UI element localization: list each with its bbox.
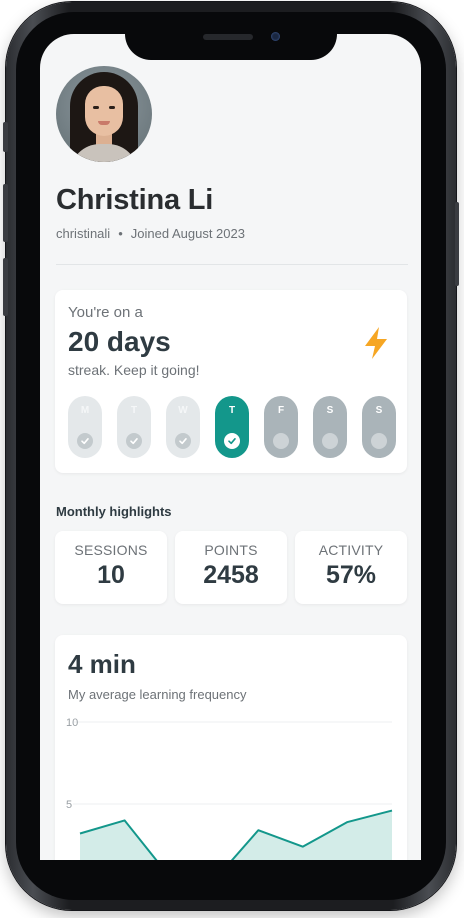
lightning-bolt-icon	[365, 327, 387, 359]
monthly-highlights-title: Monthly highlights	[56, 504, 172, 519]
stat-card-points[interactable]: POINTS 2458	[175, 531, 287, 604]
check-icon	[224, 433, 240, 449]
streak-card[interactable]: You're on a 20 days streak. Keep it goin…	[55, 290, 407, 473]
day-pill-thursday: T	[215, 396, 249, 458]
learning-frequency-card[interactable]: 4 min My average learning frequency 10 5	[55, 635, 407, 860]
stat-value: 2458	[203, 561, 259, 589]
check-icon	[77, 433, 93, 449]
stat-card-sessions[interactable]: SESSIONS 10	[55, 531, 167, 604]
phone-notch	[125, 18, 337, 60]
learning-frequency-chart: 10 5	[66, 717, 393, 860]
average-frequency-value: 4 min	[68, 649, 136, 679]
day-letter: S	[375, 405, 383, 416]
empty-circle-icon	[371, 433, 387, 449]
stat-value: 57%	[325, 561, 377, 589]
empty-circle-icon	[322, 433, 338, 449]
meta-separator: •	[118, 226, 123, 241]
side-button-volume-down	[3, 258, 8, 316]
stat-value: 10	[97, 561, 125, 589]
side-button-mute	[3, 122, 8, 152]
stat-label: ACTIVITY	[318, 542, 384, 558]
profile-name: Christina Li	[56, 184, 214, 216]
day-letter: T	[130, 405, 138, 416]
day-letter: M	[80, 405, 90, 416]
day-pill-sunday: S	[362, 396, 396, 458]
empty-circle-icon	[273, 433, 289, 449]
day-letter: F	[277, 405, 285, 416]
stat-label: SESSIONS	[74, 542, 148, 558]
streak-intro: You're on a	[68, 304, 143, 321]
side-button-volume-up	[3, 184, 8, 242]
day-pill-friday: F	[264, 396, 298, 458]
divider	[56, 264, 408, 265]
day-pill-monday: M	[68, 396, 102, 458]
day-letter: T	[228, 405, 236, 416]
day-letter: S	[326, 405, 334, 416]
front-camera-icon	[271, 32, 280, 41]
avatar[interactable]	[56, 66, 152, 162]
day-pill-tuesday: T	[117, 396, 151, 458]
profile-joined-date: Joined August 2023	[130, 226, 245, 241]
day-pill-saturday: S	[313, 396, 347, 458]
app-screen: Christina Li christinali • Joined August…	[40, 34, 421, 860]
check-icon	[175, 433, 191, 449]
side-button-power	[455, 202, 459, 286]
day-pill-wednesday: W	[166, 396, 200, 458]
day-letter: W	[178, 405, 188, 416]
speaker-grille	[203, 34, 253, 40]
stat-label: POINTS	[204, 542, 258, 558]
stat-card-activity[interactable]: ACTIVITY 57%	[295, 531, 407, 604]
streak-days: 20 days	[68, 326, 171, 357]
streak-message: streak. Keep it going!	[68, 362, 200, 378]
y-tick-label: 10	[66, 717, 78, 729]
y-tick-label: 5	[66, 799, 72, 811]
check-icon	[126, 433, 142, 449]
weekday-streak-tracker: MTWTFSS	[68, 396, 398, 458]
area-fill	[80, 810, 392, 860]
profile-username: christinali	[56, 226, 111, 241]
profile-meta: christinali • Joined August 2023	[56, 226, 245, 241]
average-frequency-label: My average learning frequency	[68, 687, 247, 702]
